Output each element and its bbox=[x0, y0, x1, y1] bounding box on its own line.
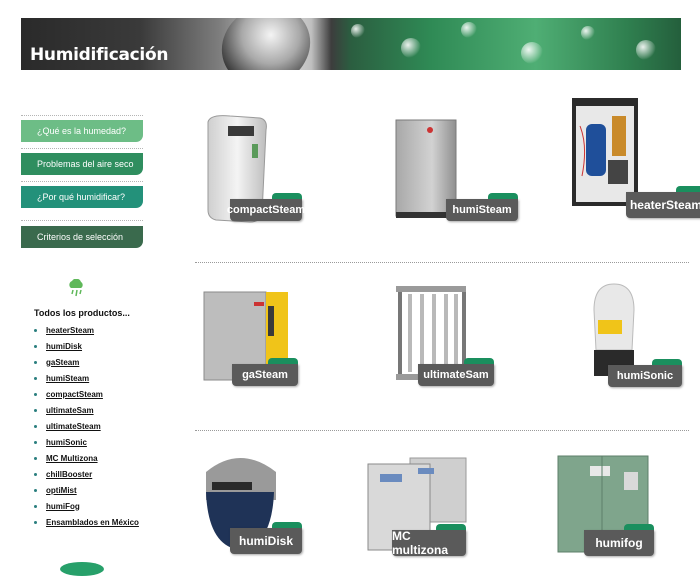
menu-divider bbox=[21, 220, 143, 221]
product-label-humisonic[interactable]: humiSonic bbox=[608, 359, 682, 387]
product-tile-humifog[interactable]: humifog bbox=[554, 452, 684, 582]
product-tile-mc-multizona[interactable]: MC multizona bbox=[364, 456, 494, 586]
bullet-icon bbox=[34, 328, 37, 332]
product-link[interactable]: humiSonic bbox=[46, 438, 87, 447]
menu-divider bbox=[21, 148, 143, 149]
banner-drop bbox=[461, 22, 477, 38]
menu-item-por-que-humidificar[interactable]: ¿Por qué humidificar? bbox=[21, 186, 143, 208]
list-item: MC Multizona bbox=[34, 450, 139, 466]
menu-item-problemas-aire-seco[interactable]: Problemas del aire seco bbox=[21, 153, 143, 175]
bullet-icon bbox=[34, 440, 37, 444]
product-tile-humidisk[interactable]: humiDisk bbox=[200, 448, 330, 578]
bullet-icon bbox=[34, 376, 37, 380]
list-item: chillBooster bbox=[34, 466, 139, 482]
product-label-humisteam[interactable]: humiSteam bbox=[446, 193, 518, 221]
cloud-rain-icon bbox=[69, 279, 83, 297]
product-tile-gasteam[interactable]: gaSteam bbox=[196, 284, 326, 414]
products-list-title: Todos los productos... bbox=[34, 308, 130, 318]
header-banner: Humidificación bbox=[21, 18, 681, 70]
bullet-icon bbox=[34, 472, 37, 476]
product-link[interactable]: optiMist bbox=[46, 486, 77, 495]
product-tile-compactsteam[interactable]: compactSteam bbox=[196, 108, 326, 238]
menu-divider bbox=[21, 181, 143, 182]
product-link[interactable]: MC Multizona bbox=[46, 454, 98, 463]
list-item: humiSteam bbox=[34, 370, 139, 386]
menu-item-criterios-seleccion[interactable]: Criterios de selección bbox=[21, 226, 143, 248]
banner-drop bbox=[521, 42, 543, 64]
product-link[interactable]: ultimateSteam bbox=[46, 422, 101, 431]
bullet-icon bbox=[34, 360, 37, 364]
decorative-arc bbox=[60, 562, 104, 576]
product-link[interactable]: humiSteam bbox=[46, 374, 89, 383]
banner-drop bbox=[351, 24, 365, 38]
bullet-icon bbox=[34, 456, 37, 460]
product-tile-ultimatesam[interactable]: ultimateSam bbox=[392, 282, 522, 412]
bullet-icon bbox=[34, 424, 37, 428]
product-link[interactable]: gaSteam bbox=[46, 358, 79, 367]
product-label-humidisk[interactable]: humiDisk bbox=[230, 522, 302, 554]
product-label-mc-multizona[interactable]: MC multizona bbox=[392, 524, 466, 557]
list-item: humiFog bbox=[34, 498, 139, 514]
bullet-icon bbox=[34, 488, 37, 492]
row-divider bbox=[195, 262, 689, 263]
menu-item-que-es-humedad[interactable]: ¿Qué es la humedad? bbox=[21, 120, 143, 142]
product-tile-heatersteam[interactable]: heaterSteam bbox=[568, 96, 700, 226]
product-label-heatersteam[interactable]: heaterSteam bbox=[626, 186, 700, 218]
banner-drop bbox=[401, 38, 421, 58]
product-link[interactable]: Ensamblados en México bbox=[46, 518, 139, 527]
product-tile-humisteam[interactable]: humiSteam bbox=[388, 108, 518, 238]
product-link[interactable]: compactSteam bbox=[46, 390, 103, 399]
product-label-ultimatesam[interactable]: ultimateSam bbox=[418, 358, 494, 386]
product-tile-humisonic[interactable]: humiSonic bbox=[578, 280, 700, 410]
bullet-icon bbox=[34, 408, 37, 412]
menu-divider bbox=[21, 115, 143, 116]
bullet-icon bbox=[34, 520, 37, 524]
product-label-gasteam[interactable]: gaSteam bbox=[232, 358, 298, 386]
product-label-humifog[interactable]: humifog bbox=[584, 524, 654, 556]
product-link[interactable]: heaterSteam bbox=[46, 326, 94, 335]
list-item: Ensamblados en México bbox=[34, 514, 139, 530]
banner-roll-image bbox=[208, 18, 324, 70]
product-link[interactable]: chillBooster bbox=[46, 470, 92, 479]
list-item: gaSteam bbox=[34, 354, 139, 370]
list-item: ultimateSam bbox=[34, 402, 139, 418]
list-item: ultimateSteam bbox=[34, 418, 139, 434]
product-label-compactsteam[interactable]: compactSteam bbox=[227, 193, 305, 221]
bullet-icon bbox=[34, 392, 37, 396]
bullet-icon bbox=[34, 344, 37, 348]
products-list: heaterSteam humiDisk gaSteam humiSteam c… bbox=[34, 322, 139, 530]
product-link[interactable]: humiDisk bbox=[46, 342, 82, 351]
list-item: compactSteam bbox=[34, 386, 139, 402]
list-item: heaterSteam bbox=[34, 322, 139, 338]
product-link[interactable]: ultimateSam bbox=[46, 406, 94, 415]
list-item: humiSonic bbox=[34, 434, 139, 450]
row-divider bbox=[195, 430, 689, 431]
banner-drop bbox=[581, 26, 595, 40]
bullet-icon bbox=[34, 504, 37, 508]
product-link[interactable]: humiFog bbox=[46, 502, 80, 511]
page-title: Humidificación bbox=[30, 45, 169, 65]
list-item: humiDisk bbox=[34, 338, 139, 354]
list-item: optiMist bbox=[34, 482, 139, 498]
banner-drop bbox=[636, 40, 656, 60]
